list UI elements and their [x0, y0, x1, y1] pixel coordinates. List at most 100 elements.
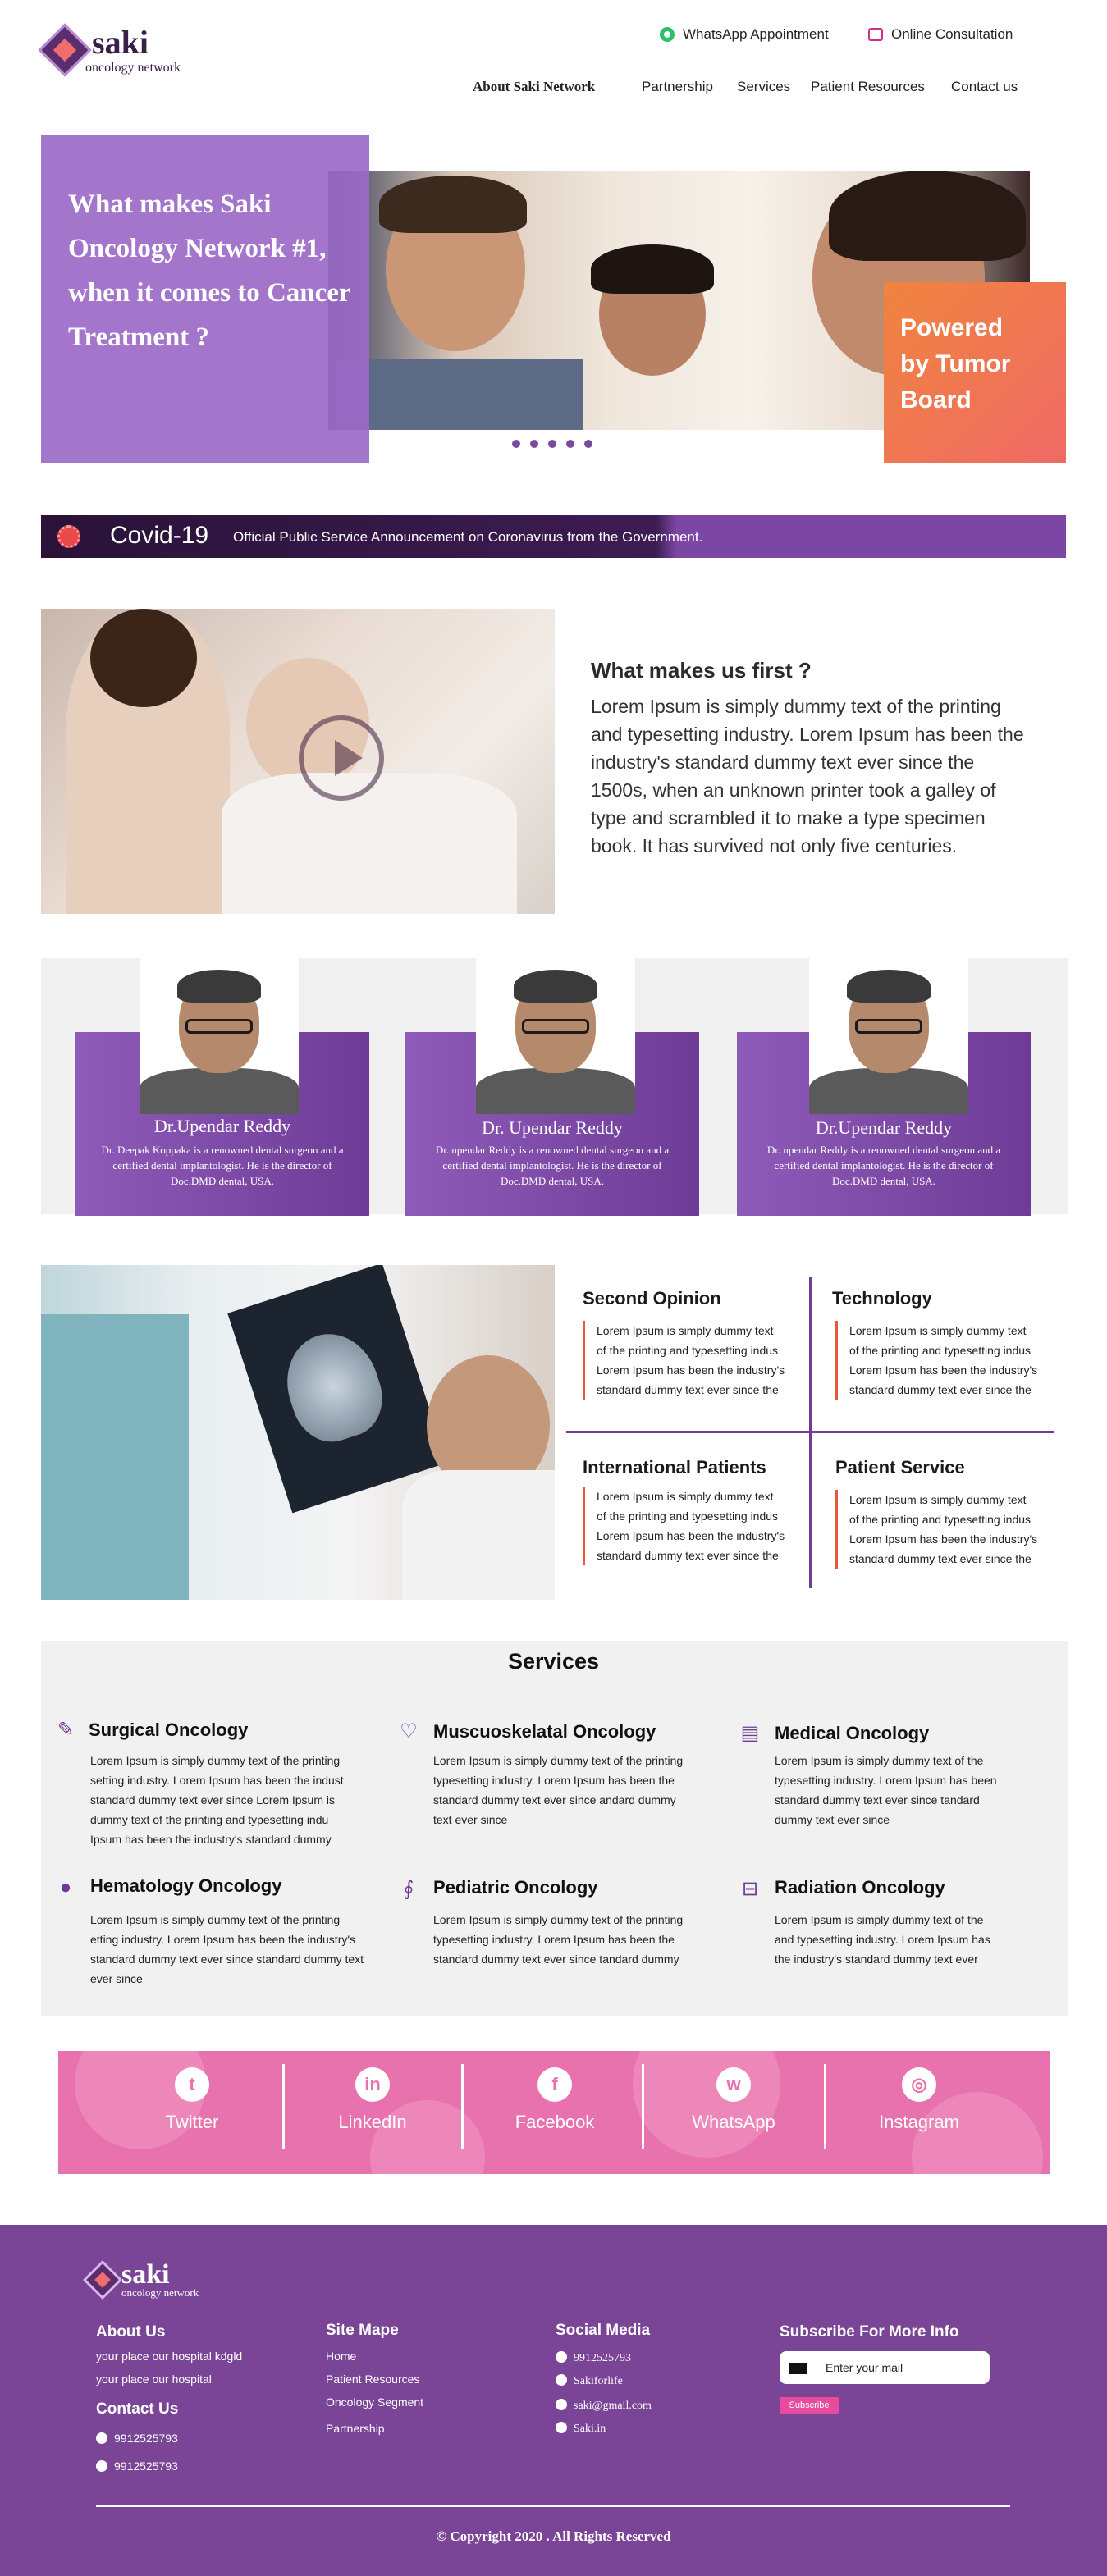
phone-icon	[96, 2432, 107, 2444]
hero-hair-man	[379, 176, 527, 233]
doctor-description: Dr. upendar Reddy is a renowned dental s…	[435, 1144, 670, 1187]
subscribe-button[interactable]: Subscribe	[780, 2397, 839, 2414]
footer-social-heading: Social Media	[556, 2322, 651, 2339]
subscribe-email-input[interactable]: Enter your mail	[780, 2351, 990, 2384]
hero-hair-woman	[591, 244, 714, 294]
linkedin-icon	[556, 2422, 567, 2433]
about-video-thumbnail[interactable]	[41, 609, 555, 914]
social-linkedin[interactable]: in LinkedIn	[290, 2067, 455, 2133]
service-title[interactable]: Medical Oncology	[775, 1723, 929, 1744]
facebook-icon	[556, 2374, 567, 2386]
social-facebook[interactable]: f Facebook	[473, 2067, 637, 2133]
covid-banner[interactable]: Covid-19 Official Public Service Announc…	[41, 515, 1066, 558]
footer-subscribe-heading: Subscribe For More Info	[780, 2323, 959, 2341]
nav-partnership[interactable]: Partnership	[642, 79, 713, 95]
doctor-hair	[847, 970, 931, 1003]
social-label: Twitter	[165, 2112, 219, 2132]
social-label: Instagram	[879, 2112, 959, 2132]
doctor-coat	[402, 1470, 555, 1600]
about-title: What makes us first ?	[591, 658, 812, 683]
covid-text: Official Public Service Announcement on …	[233, 529, 703, 545]
service-line: dummy text of the printing and typesetti…	[90, 1813, 329, 1826]
service-text: Lorem Ipsum is simply dummy text of the …	[775, 1751, 1078, 1829]
feature-title: Patient Service	[835, 1457, 965, 1478]
feature-line: Lorem Ipsum is simply dummy text	[849, 1324, 1027, 1337]
feature-text: Lorem Ipsum is simply dummy text of the …	[835, 1490, 1041, 1569]
doctor-photo	[476, 958, 635, 1114]
feature-text: Lorem Ipsum is simply dummy text of the …	[583, 1321, 788, 1400]
nav-about[interactable]: About Saki Network	[473, 79, 595, 95]
service-text: Lorem Ipsum is simply dummy text of the …	[775, 1910, 1078, 1969]
social-value: Saki.in	[574, 2423, 606, 2435]
doctor-hair	[177, 970, 261, 1003]
feature-line: of the printing and typesetting indus	[849, 1513, 1032, 1526]
service-title[interactable]: Surgical Oncology	[89, 1720, 248, 1741]
service-line: Lorem Ipsum is simply dummy text of the …	[433, 1913, 684, 1926]
feature-line: Lorem Ipsum is simply dummy text	[849, 1493, 1027, 1506]
nav-services[interactable]: Services	[737, 79, 790, 95]
doctor-shirt	[809, 1068, 968, 1114]
doctor-glasses	[522, 1019, 589, 1034]
feature-line: of the printing and typesetting indus	[597, 1510, 779, 1523]
social-label: WhatsApp	[692, 2112, 775, 2132]
nav-contact[interactable]: Contact us	[951, 79, 1018, 95]
footer-link-patient-resources[interactable]: Patient Resources	[326, 2373, 419, 2386]
service-title[interactable]: Radiation Oncology	[775, 1877, 945, 1898]
carousel-dot[interactable]	[566, 440, 574, 448]
twitter-icon: t	[175, 2067, 209, 2102]
whatsapp-appointment-label: WhatsApp Appointment	[683, 26, 829, 42]
linkedin-icon: in	[355, 2067, 390, 2102]
scalpel-icon: ✎	[57, 1719, 75, 1741]
feature-text: Lorem Ipsum is simply dummy text of the …	[583, 1487, 788, 1565]
social-value: saki@gmail.com	[574, 2400, 652, 2412]
social-instagram[interactable]: ◎ Instagram	[837, 2067, 1001, 2133]
footer-logo-wordmark[interactable]: saki	[121, 2261, 170, 2289]
phone-number: 9912525793	[114, 2432, 178, 2445]
footer-link-partnership[interactable]: Partnership	[326, 2422, 385, 2435]
service-title[interactable]: Muscuoskelatal Oncology	[433, 1721, 656, 1742]
social-whatsapp[interactable]: w WhatsApp	[652, 2067, 816, 2133]
footer-social-linkedin[interactable]: Saki.in	[556, 2422, 606, 2436]
carousel-dot[interactable]	[530, 440, 538, 448]
footer-social-facebook[interactable]: Sakiforlife	[556, 2374, 623, 2388]
doctor-description: Dr. upendar Reddy is a renowned dental s…	[766, 1144, 1001, 1187]
whatsapp-appointment-link[interactable]: WhatsApp Appointment	[660, 26, 829, 43]
carousel-dot[interactable]	[584, 440, 592, 448]
feature-title: Technology	[832, 1288, 932, 1309]
heartbeat-icon: ♡	[400, 1720, 418, 1742]
radiation-machine-icon: ⊟	[741, 1878, 759, 1900]
doctor-name: Dr.Upendar Reddy	[815, 1117, 953, 1138]
service-line: standard dummy text ever since tandard d…	[433, 1953, 679, 1966]
carousel-dot[interactable]	[548, 440, 556, 448]
play-video-icon[interactable]	[299, 715, 384, 801]
xray-film	[227, 1265, 447, 1514]
service-line: etting industry. Lorem Ipsum has been th…	[90, 1933, 356, 1946]
nav-patient-resources[interactable]: Patient Resources	[811, 79, 925, 95]
footer-link-oncology-segment[interactable]: Oncology Segment	[326, 2396, 423, 2409]
social-value: 9912525793	[574, 2352, 631, 2364]
carousel-dot[interactable]	[512, 440, 520, 448]
footer-link-home[interactable]: Home	[326, 2350, 356, 2363]
nurse-hair	[90, 609, 197, 707]
phone-icon	[96, 2460, 107, 2472]
whatsapp-icon	[660, 27, 675, 42]
patient-blanket	[222, 773, 517, 914]
hero-carousel-dots[interactable]	[512, 440, 592, 448]
footer-social-email[interactable]: saki@gmail.com	[556, 2399, 652, 2413]
covid-title: Covid-19	[110, 522, 209, 549]
footer-phone[interactable]: 9912525793	[96, 2460, 178, 2473]
online-consultation-link[interactable]: Online Consultation	[868, 26, 1013, 43]
social-twitter[interactable]: t Twitter	[110, 2067, 274, 2133]
footer-divider	[96, 2505, 1010, 2507]
hero-hair-doctor	[829, 171, 1026, 261]
service-title[interactable]: Hematology Oncology	[90, 1875, 281, 1897]
footer-social-phone[interactable]: 9912525793	[556, 2351, 631, 2365]
service-text: Lorem Ipsum is simply dummy text of the …	[433, 1910, 737, 1969]
whatsapp-icon: w	[716, 2067, 751, 2102]
feature-line: Lorem Ipsum is simply dummy text	[597, 1490, 774, 1503]
service-text: Lorem Ipsum is simply dummy text of the …	[90, 1910, 394, 1989]
service-line: Lorem Ipsum is simply dummy text of the	[775, 1913, 984, 1926]
footer-logo-subtitle: oncology network	[121, 2286, 199, 2299]
service-title[interactable]: Pediatric Oncology	[433, 1877, 598, 1898]
footer-phone[interactable]: 9912525793	[96, 2432, 178, 2445]
